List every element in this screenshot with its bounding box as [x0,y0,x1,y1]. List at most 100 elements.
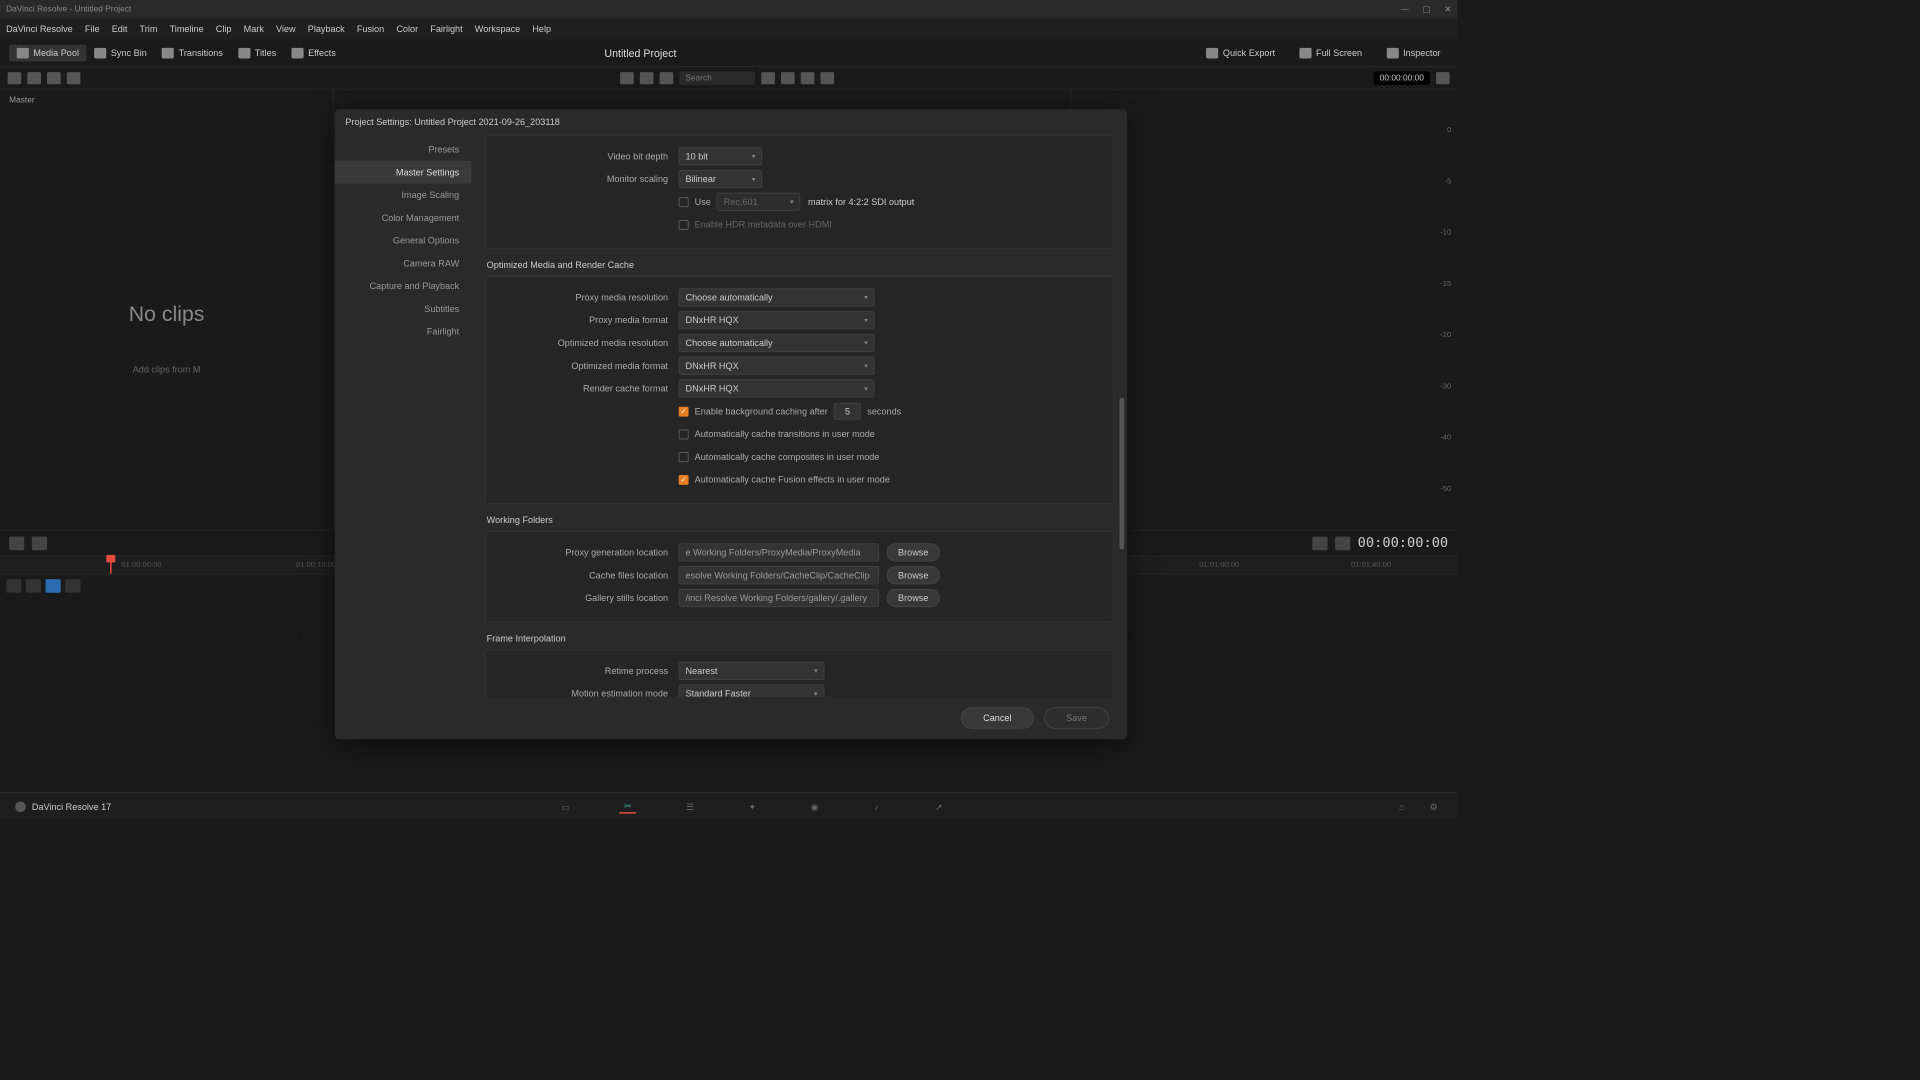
meter-tick: -20 [1440,331,1451,339]
list-view-icon[interactable] [660,72,674,84]
opt-fmt-dropdown[interactable]: DNxHR HQX▾ [679,357,875,375]
quick-export-button[interactable]: Quick Export [1199,44,1283,61]
razor-icon[interactable] [32,536,47,550]
view-opt-3-icon[interactable] [820,72,834,84]
sync-bin-button[interactable]: Sync Bin [87,44,155,61]
view-icon-2[interactable] [27,72,41,84]
menu-davinci[interactable]: DaVinci Resolve [6,24,73,35]
sort-icon[interactable] [761,72,775,84]
chevron-down-icon: ▾ [864,384,867,392]
effects-button[interactable]: Effects [284,44,344,61]
sync-bin-label: Sync Bin [111,47,147,58]
close-icon[interactable]: ✕ [1444,4,1451,14]
sidebar-item-master-settings[interactable]: Master Settings [335,161,472,184]
view-icon-3[interactable] [47,72,61,84]
menu-playback[interactable]: Playback [308,24,345,35]
save-button[interactable]: Save [1044,707,1109,728]
use-matrix-checkbox[interactable] [679,197,689,207]
opt-res-dropdown[interactable]: Choose automatically▾ [679,334,875,352]
render-fmt-dropdown[interactable]: DNxHR HQX▾ [679,380,875,398]
sidebar-item-capture-playback[interactable]: Capture and Playback [335,275,472,298]
menu-trim[interactable]: Trim [140,24,158,35]
browse-proxy-button[interactable]: Browse [887,543,940,561]
grid-view-icon[interactable] [640,72,654,84]
inspector-label: Inspector [1403,47,1440,58]
monitor-scaling-dropdown[interactable]: Bilinear▾ [679,170,762,188]
page-deliver-icon[interactable]: ➚ [931,800,948,814]
play-prev-icon[interactable] [1312,536,1327,550]
thumb-view-icon[interactable] [620,72,634,84]
proxy-res-dropdown[interactable]: Choose automatically▾ [679,288,875,306]
view-icon-1[interactable] [8,72,22,84]
page-fairlight-icon[interactable]: ♪ [868,800,885,814]
proxy-loc-input[interactable] [679,543,879,561]
matrix-dropdown[interactable]: Rec.601▾ [717,193,800,211]
secondary-toolbar: 00:00:00:00 [0,67,1457,90]
menu-view[interactable]: View [276,24,296,35]
sidebar-item-image-scaling[interactable]: Image Scaling [335,184,472,207]
page-color-icon[interactable]: ◉ [806,800,823,814]
hdr-checkbox[interactable] [679,220,689,230]
transitions-button[interactable]: Transitions [154,44,230,61]
bg-cache-seconds-input[interactable] [834,403,861,420]
minimize-icon[interactable]: — [1401,4,1409,14]
maximize-icon[interactable]: ▢ [1423,4,1431,14]
page-media-icon[interactable]: ▭ [557,800,574,814]
track-tool-3[interactable] [46,579,61,593]
page-cut-icon[interactable]: ✂ [620,800,637,814]
track-tool-1[interactable] [6,579,21,593]
track-tool-2[interactable] [26,579,41,593]
auto-comp-checkbox[interactable] [679,452,689,462]
scrollbar[interactable] [1120,398,1125,550]
sidebar-item-presets[interactable]: Presets [335,138,472,161]
sidebar-item-fairlight[interactable]: Fairlight [335,320,472,343]
audio-icon[interactable] [1436,72,1450,84]
motion-dropdown[interactable]: Standard Faster▾ [679,685,825,697]
menu-edit[interactable]: Edit [112,24,128,35]
sidebar-item-subtitles[interactable]: Subtitles [335,298,472,321]
full-screen-button[interactable]: Full Screen [1292,44,1370,61]
home-icon[interactable]: ⌂ [1394,800,1411,814]
menu-help[interactable]: Help [532,24,551,35]
cancel-button[interactable]: Cancel [961,707,1033,728]
sidebar-item-general-options[interactable]: General Options [335,229,472,252]
menu-clip[interactable]: Clip [216,24,232,35]
gear-icon[interactable]: ⚙ [1425,800,1442,814]
menu-color[interactable]: Color [396,24,418,35]
page-fusion-icon[interactable]: ✦ [744,800,761,814]
menu-fairlight[interactable]: Fairlight [430,24,462,35]
tool-icon-1[interactable] [9,536,24,550]
auto-trans-checkbox[interactable] [679,429,689,439]
browse-cache-button[interactable]: Browse [887,566,940,584]
browse-gallery-button[interactable]: Browse [887,589,940,607]
play-next-icon[interactable] [1335,536,1350,550]
menu-fusion[interactable]: Fusion [357,24,384,35]
toolbar: Media Pool Sync Bin Transitions Titles E… [0,39,1457,66]
retime-dropdown[interactable]: Nearest▾ [679,662,825,680]
transitions-label: Transitions [179,47,223,58]
search-input[interactable] [679,71,755,85]
proxy-fmt-dropdown[interactable]: DNxHR HQX▾ [679,311,875,329]
titles-button[interactable]: Titles [230,44,283,61]
cache-loc-input[interactable] [679,566,879,584]
menu-file[interactable]: File [85,24,100,35]
sidebar-item-color-management[interactable]: Color Management [335,206,472,229]
menu-workspace[interactable]: Workspace [475,24,520,35]
refresh-icon[interactable] [67,72,81,84]
menu-mark[interactable]: Mark [244,24,264,35]
view-opt-1-icon[interactable] [781,72,795,84]
bg-cache-checkbox[interactable]: ✓ [679,406,689,416]
dropdown-value: Choose automatically [685,292,772,303]
view-opt-2-icon[interactable] [801,72,815,84]
track-tool-4[interactable] [65,579,80,593]
inspector-button[interactable]: Inspector [1379,44,1448,61]
auto-fusion-checkbox[interactable]: ✓ [679,475,689,485]
media-pool-button[interactable]: Media Pool [9,44,86,61]
sidebar-item-camera-raw[interactable]: Camera RAW [335,252,472,275]
page-edit-icon[interactable]: ☰ [682,800,699,814]
viewer-right: 0 -5 -10 -15 -20 -30 -40 -50 [1070,90,1457,530]
bin-header[interactable]: Master [9,96,324,105]
gallery-loc-input[interactable] [679,589,879,607]
menu-timeline[interactable]: Timeline [170,24,204,35]
video-bit-depth-dropdown[interactable]: 10 bit▾ [679,147,762,165]
